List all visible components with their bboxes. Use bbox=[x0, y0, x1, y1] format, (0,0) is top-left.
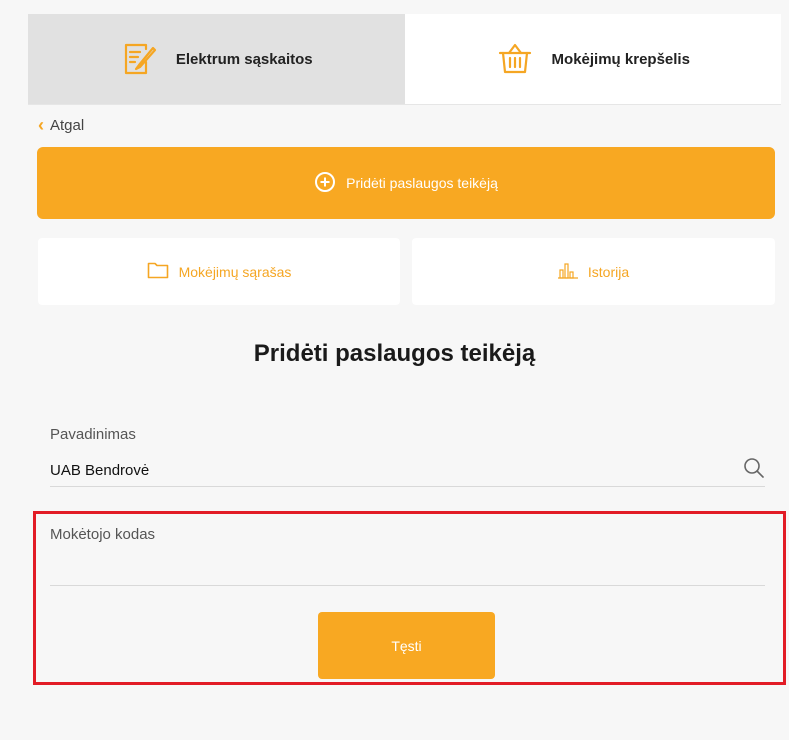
payment-list-label: Mokėjimų sąrašas bbox=[178, 263, 292, 280]
add-provider-button[interactable]: Pridėti paslaugos teikėją bbox=[37, 147, 775, 219]
name-field-label: Pavadinimas bbox=[50, 426, 136, 443]
payer-code-underline bbox=[50, 585, 765, 586]
chevron-left-icon: ‹ bbox=[38, 115, 44, 135]
add-provider-label: Pridėti paslaugos teikėją bbox=[346, 175, 498, 191]
payer-code-label: Mokėtojo kodas bbox=[50, 526, 156, 543]
top-tab-bar: Elektrum sąskaitos Mokėjimų krepšelis bbox=[28, 14, 781, 105]
invoice-edit-icon bbox=[120, 40, 158, 78]
search-icon[interactable] bbox=[743, 457, 765, 479]
tab-mokejimu-krepselis[interactable]: Mokėjimų krepšelis bbox=[404, 14, 781, 104]
tab-elektrum-saskaitos[interactable]: Elektrum sąskaitos bbox=[28, 14, 405, 104]
bar-chart-icon bbox=[557, 261, 578, 282]
payment-list-card[interactable]: Mokėjimų sąrašas bbox=[38, 238, 400, 305]
name-field[interactable]: UAB Bendrovė bbox=[50, 462, 149, 479]
folder-icon bbox=[147, 261, 169, 282]
payer-code-input[interactable] bbox=[50, 548, 769, 584]
back-link[interactable]: ‹ Atgal bbox=[38, 116, 84, 134]
basket-icon bbox=[496, 40, 534, 78]
tab-label: Mokėjimų krepšelis bbox=[551, 50, 690, 68]
tab-label: Elektrum sąskaitos bbox=[175, 50, 313, 68]
back-label: Atgal bbox=[50, 116, 85, 134]
page-title: Pridėti paslaugos teikėją bbox=[253, 340, 536, 367]
name-field-underline bbox=[50, 486, 765, 487]
history-label: Istorija bbox=[587, 263, 630, 280]
history-card[interactable]: Istorija bbox=[412, 238, 775, 305]
continue-button[interactable]: Tęsti bbox=[318, 612, 495, 679]
plus-circle-icon bbox=[314, 171, 336, 196]
